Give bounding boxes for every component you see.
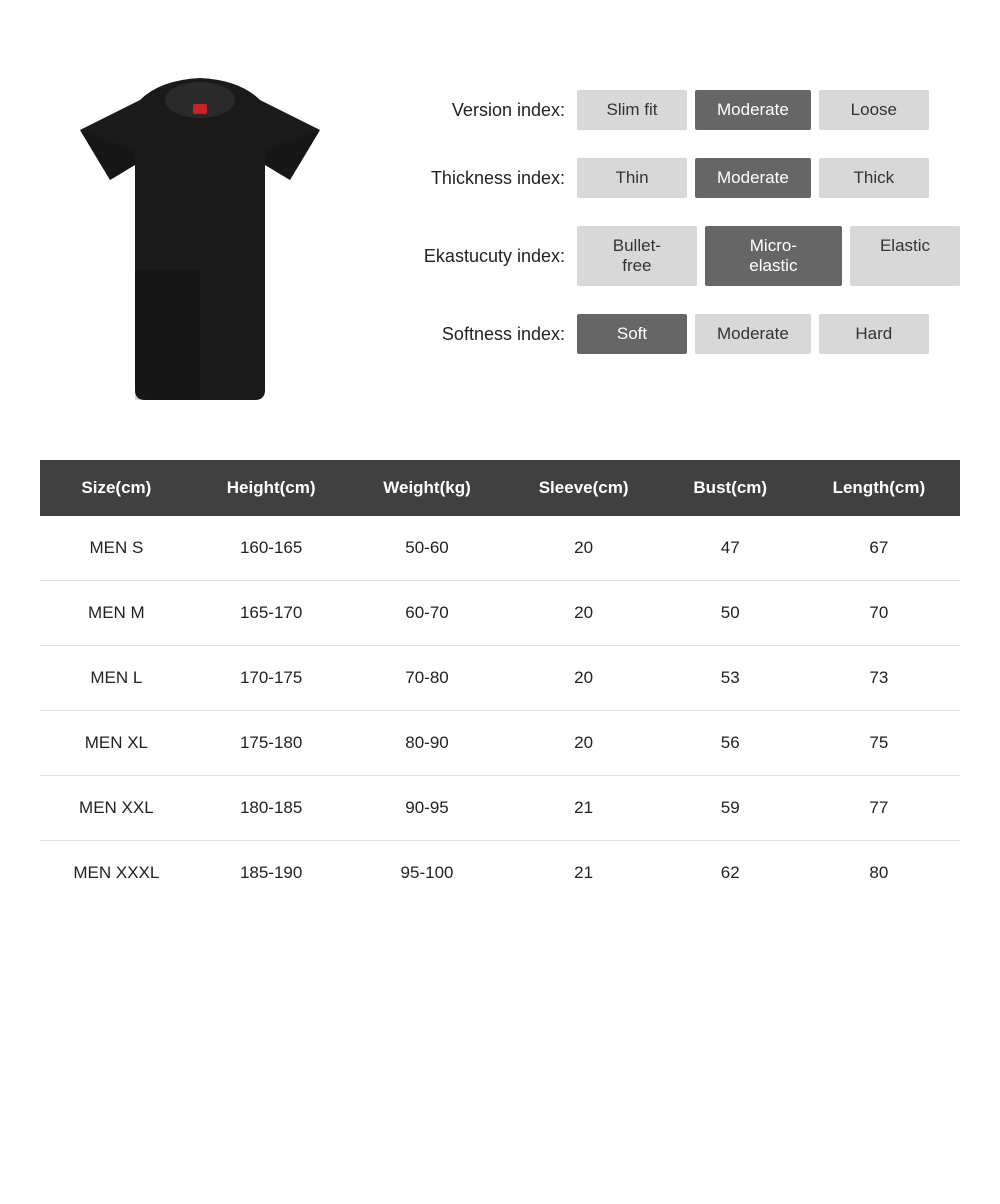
option-box-1-2[interactable]: Thick xyxy=(819,158,929,198)
table-cell-0-1: 160-165 xyxy=(193,516,350,581)
table-cell-2-1: 170-175 xyxy=(193,646,350,711)
table-cell-4-0: MEN XXL xyxy=(40,776,193,841)
table-cell-0-2: 50-60 xyxy=(350,516,505,581)
table-cell-5-5: 80 xyxy=(798,841,960,906)
table-cell-3-1: 175-180 xyxy=(193,711,350,776)
index-row-2: Ekastucuty index: Bullet-freeMicro-elasti… xyxy=(390,226,960,286)
table-cell-0-3: 20 xyxy=(505,516,663,581)
table-header-4: Bust(cm) xyxy=(663,460,798,516)
index-options-2: Bullet-freeMicro-elasticElastic xyxy=(577,226,960,286)
index-label-2: Ekastucuty index: xyxy=(390,246,565,267)
option-box-0-0[interactable]: Slim fit xyxy=(577,90,687,130)
size-table-wrapper: Size(cm)Height(cm)Weight(kg)Sleeve(cm)Bu… xyxy=(40,460,960,905)
option-box-2-2[interactable]: Elastic xyxy=(850,226,960,286)
option-box-3-1[interactable]: Moderate xyxy=(695,314,811,354)
indices-section: Version index:Slim fitModerateLooseThick… xyxy=(390,70,960,354)
table-cell-4-1: 180-185 xyxy=(193,776,350,841)
table-header-3: Sleeve(cm) xyxy=(505,460,663,516)
option-box-0-2[interactable]: Loose xyxy=(819,90,929,130)
option-box-0-1[interactable]: Moderate xyxy=(695,90,811,130)
table-cell-3-3: 20 xyxy=(505,711,663,776)
table-cell-5-0: MEN XXXL xyxy=(40,841,193,906)
option-box-2-0[interactable]: Bullet-free xyxy=(577,226,697,286)
table-header-1: Height(cm) xyxy=(193,460,350,516)
table-cell-5-1: 185-190 xyxy=(193,841,350,906)
table-cell-3-4: 56 xyxy=(663,711,798,776)
index-row-0: Version index: Slim fitModerateLoose xyxy=(390,90,960,130)
size-table: Size(cm)Height(cm)Weight(kg)Sleeve(cm)Bu… xyxy=(40,460,960,905)
table-row: MEN XXXL185-19095-100216280 xyxy=(40,841,960,906)
table-cell-3-5: 75 xyxy=(798,711,960,776)
table-cell-1-0: MEN M xyxy=(40,581,193,646)
index-row-1: Thickness index: ThinModerateThick xyxy=(390,158,960,198)
index-label-1: Thickness index: xyxy=(390,168,565,189)
table-header-0: Size(cm) xyxy=(40,460,193,516)
table-header-2: Weight(kg) xyxy=(350,460,505,516)
table-cell-3-2: 80-90 xyxy=(350,711,505,776)
table-cell-4-3: 21 xyxy=(505,776,663,841)
index-options-3: SoftModerateHard xyxy=(577,314,929,354)
table-cell-0-0: MEN S xyxy=(40,516,193,581)
table-cell-5-4: 62 xyxy=(663,841,798,906)
index-row-3: Softness index: SoftModerateHard xyxy=(390,314,960,354)
tshirt-image xyxy=(40,70,360,410)
table-cell-3-0: MEN XL xyxy=(40,711,193,776)
table-cell-2-3: 20 xyxy=(505,646,663,711)
table-cell-1-1: 165-170 xyxy=(193,581,350,646)
option-box-1-0[interactable]: Thin xyxy=(577,158,687,198)
table-row: MEN M165-17060-70205070 xyxy=(40,581,960,646)
table-row: MEN L170-17570-80205373 xyxy=(40,646,960,711)
option-box-3-2[interactable]: Hard xyxy=(819,314,929,354)
table-cell-2-4: 53 xyxy=(663,646,798,711)
index-options-0: Slim fitModerateLoose xyxy=(577,90,929,130)
table-row: MEN XXL180-18590-95215977 xyxy=(40,776,960,841)
top-section: Version index:Slim fitModerateLooseThick… xyxy=(40,70,960,410)
table-cell-1-2: 60-70 xyxy=(350,581,505,646)
table-cell-1-3: 20 xyxy=(505,581,663,646)
option-box-1-1[interactable]: Moderate xyxy=(695,158,811,198)
index-options-1: ThinModerateThick xyxy=(577,158,929,198)
index-label-3: Softness index: xyxy=(390,324,565,345)
table-cell-4-4: 59 xyxy=(663,776,798,841)
table-cell-4-2: 90-95 xyxy=(350,776,505,841)
table-cell-5-2: 95-100 xyxy=(350,841,505,906)
option-box-2-1[interactable]: Micro-elastic xyxy=(705,226,842,286)
table-cell-2-2: 70-80 xyxy=(350,646,505,711)
table-cell-0-4: 47 xyxy=(663,516,798,581)
option-box-3-0[interactable]: Soft xyxy=(577,314,687,354)
table-row: MEN S160-16550-60204767 xyxy=(40,516,960,581)
table-cell-0-5: 67 xyxy=(798,516,960,581)
table-cell-5-3: 21 xyxy=(505,841,663,906)
table-cell-1-4: 50 xyxy=(663,581,798,646)
table-cell-2-5: 73 xyxy=(798,646,960,711)
index-label-0: Version index: xyxy=(390,100,565,121)
table-cell-2-0: MEN L xyxy=(40,646,193,711)
table-row: MEN XL175-18080-90205675 xyxy=(40,711,960,776)
table-cell-1-5: 70 xyxy=(798,581,960,646)
table-header-5: Length(cm) xyxy=(798,460,960,516)
table-cell-4-5: 77 xyxy=(798,776,960,841)
